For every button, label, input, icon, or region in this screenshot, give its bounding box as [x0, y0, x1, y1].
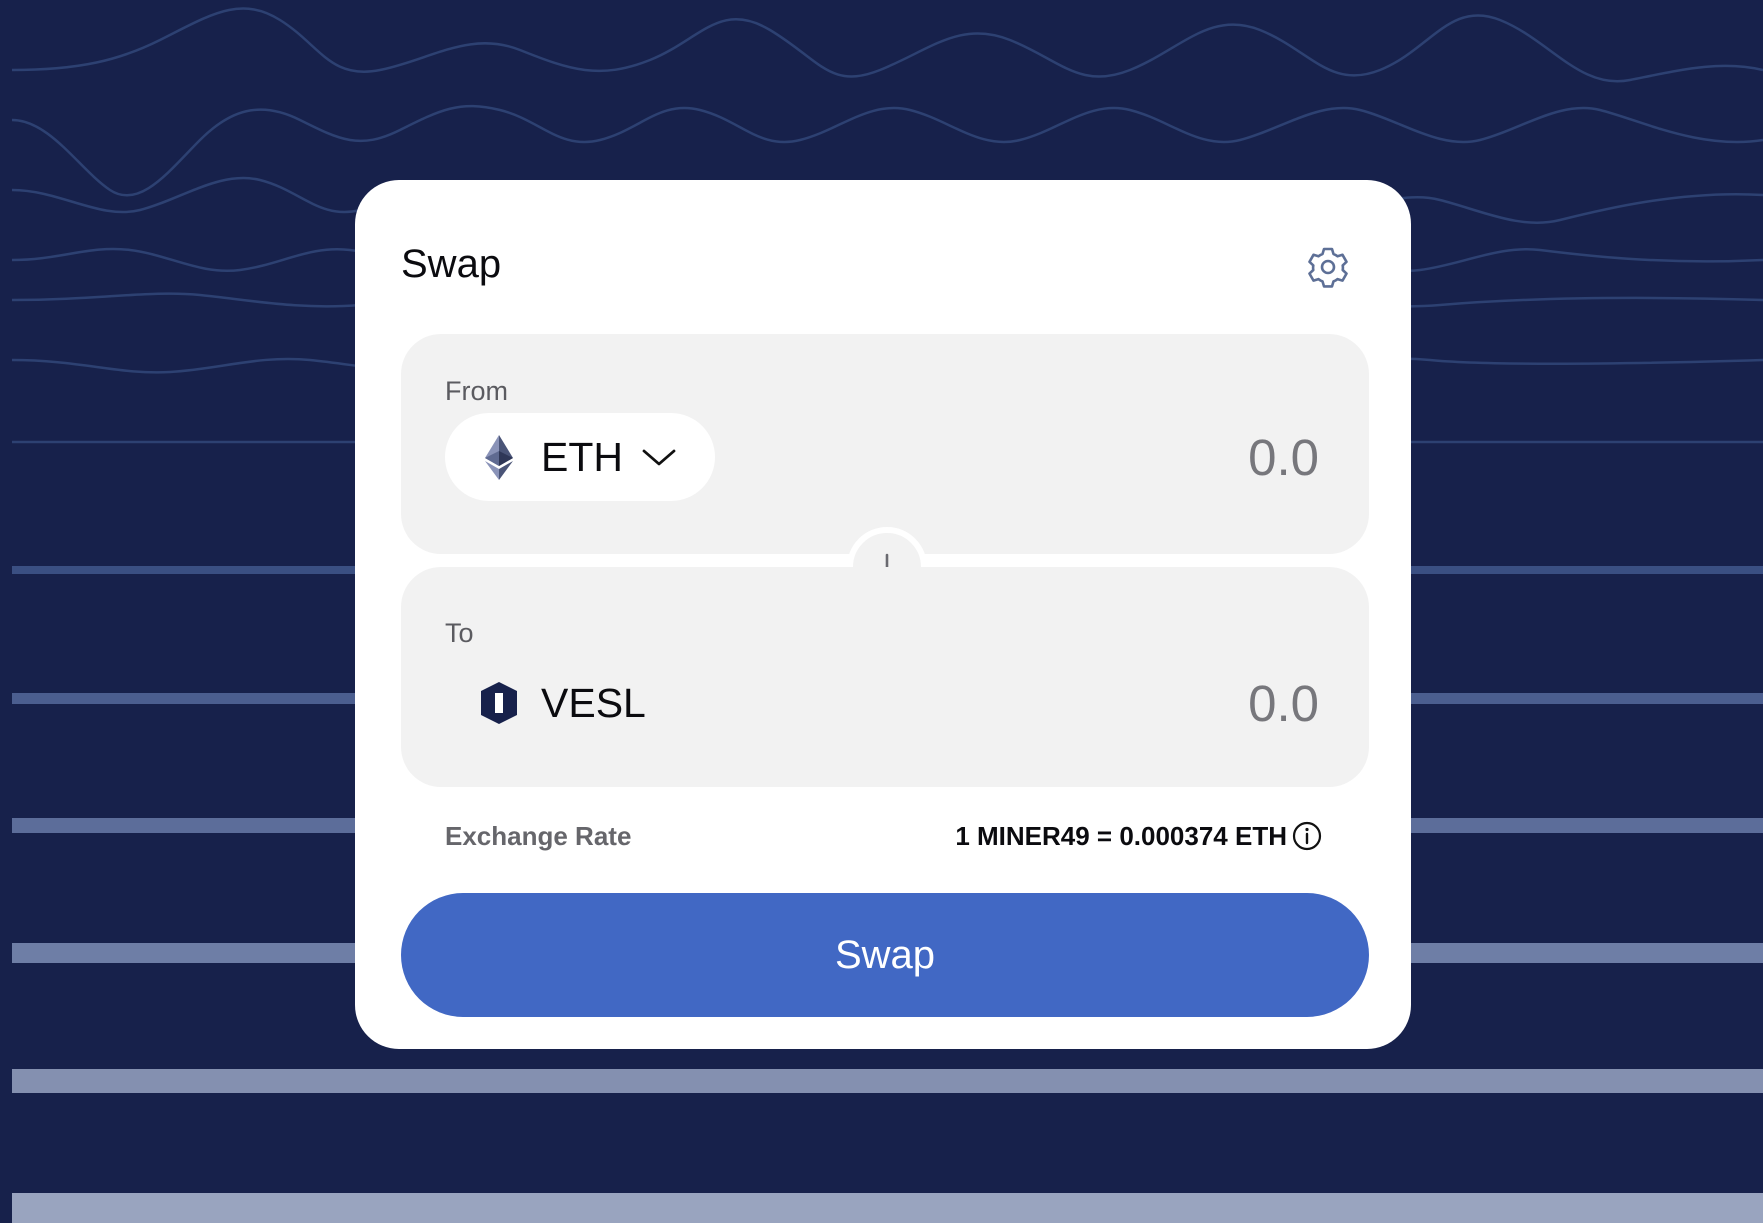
swap-card: Swap From ETH 0.0 To VESL 0.0 Exchange R…	[355, 180, 1411, 1049]
from-panel: From ETH	[401, 334, 1369, 554]
to-label: To	[445, 618, 474, 648]
to-token: VESL	[445, 659, 715, 747]
to-amount-input[interactable]	[1019, 674, 1319, 733]
card-title: Swap	[401, 242, 502, 286]
from-token-name: ETH	[541, 434, 623, 480]
to-panel: To VESL	[401, 567, 1369, 787]
swap-button[interactable]: Swap	[401, 893, 1369, 1017]
gear-icon[interactable]	[1305, 244, 1351, 290]
info-icon[interactable]	[1292, 821, 1322, 851]
ethereum-icon	[485, 435, 513, 480]
from-amount-input[interactable]	[1019, 428, 1319, 487]
exchange-rate-label: Exchange Rate	[445, 821, 632, 851]
vesl-icon	[481, 682, 517, 724]
exchange-rate-value: 1 MINER49 = 0.000374 ETH	[955, 821, 1287, 851]
from-label: From	[445, 376, 508, 406]
page-background: Swap From ETH 0.0 To VESL 0.0 Exchange R…	[0, 0, 1763, 1223]
to-token-name: VESL	[541, 680, 646, 726]
chevron-down-icon	[642, 449, 676, 466]
from-token-selector[interactable]: ETH	[445, 413, 715, 501]
